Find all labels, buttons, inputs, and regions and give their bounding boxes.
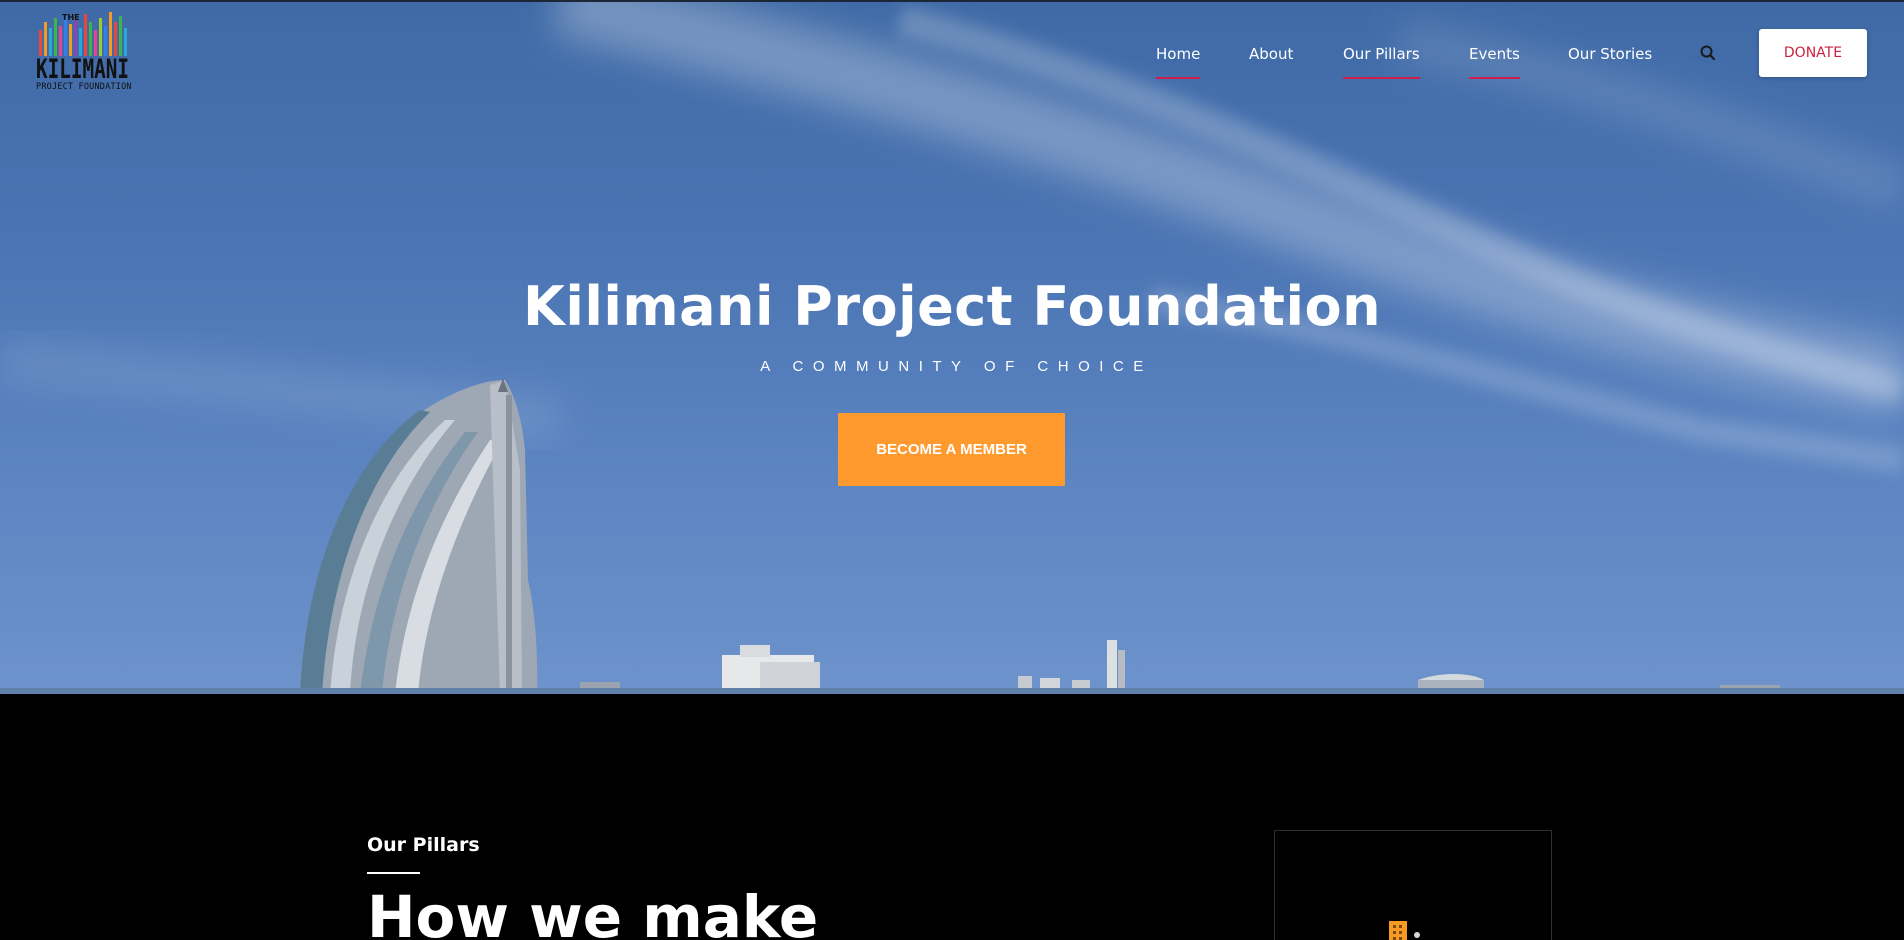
become-member-label: BECOME A MEMBER	[876, 441, 1027, 458]
nav-our-pillars-label: Our Pillars	[1343, 45, 1420, 63]
pillars-section: Our Pillars How we make	[0, 694, 1904, 940]
nav-our-pillars[interactable]: Our Pillars	[1343, 42, 1420, 79]
top-edge-line	[0, 0, 1904, 2]
pillars-media-box	[1274, 830, 1552, 940]
hero-tagline: A COMMUNITY OF CHOICE	[760, 358, 1153, 375]
pillars-heading: How we make	[367, 883, 819, 940]
site-logo[interactable]: THE KILIMANI PROJECT FOUNDATION	[36, 10, 132, 96]
donate-button[interactable]: DONATE	[1759, 29, 1867, 77]
logo-subtitle: PROJECT FOUNDATION	[36, 82, 132, 92]
nav-events-label: Events	[1469, 45, 1520, 63]
nav-home[interactable]: Home	[1156, 42, 1201, 79]
eyebrow-underline	[367, 872, 420, 874]
nav-events[interactable]: Events	[1469, 42, 1520, 79]
nav-home-underline	[1156, 77, 1201, 79]
nav-our-stories[interactable]: Our Stories	[1568, 42, 1652, 66]
search-icon[interactable]	[1699, 44, 1717, 62]
become-member-button[interactable]: BECOME A MEMBER	[838, 413, 1065, 486]
nav-about-label: About	[1249, 45, 1294, 63]
building-icon	[1389, 921, 1420, 940]
logo-main-text: KILIMANI	[36, 54, 129, 85]
logo-the-text: THE	[62, 13, 80, 22]
nav-home-label: Home	[1156, 45, 1201, 63]
hero-banner	[0, 0, 1904, 694]
city-skyline	[0, 378, 1904, 694]
nav-our-pillars-underline	[1343, 77, 1420, 79]
nav-events-underline	[1469, 77, 1520, 79]
hero-title: Kilimani Project Foundation	[522, 275, 1382, 338]
nav-about[interactable]: About	[1249, 42, 1293, 66]
pillars-eyebrow: Our Pillars	[367, 834, 480, 856]
donate-button-label: DONATE	[1783, 45, 1843, 61]
nav-our-stories-label: Our Stories	[1568, 45, 1653, 63]
